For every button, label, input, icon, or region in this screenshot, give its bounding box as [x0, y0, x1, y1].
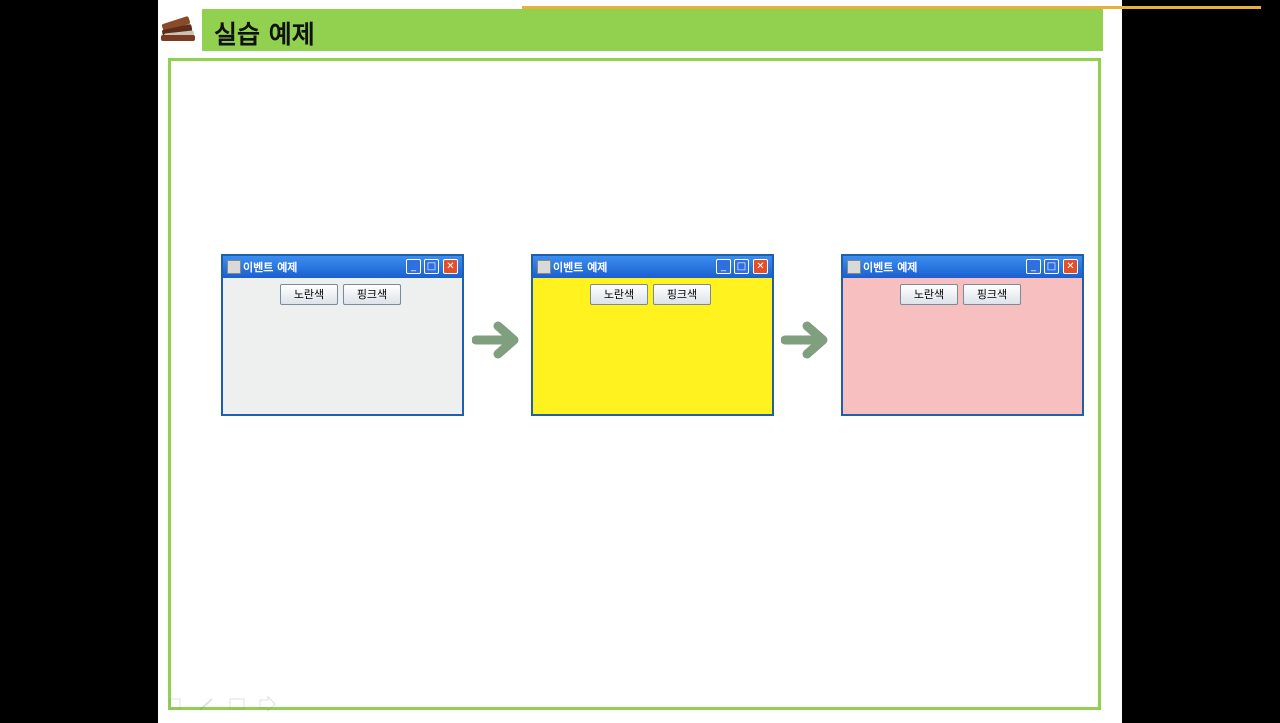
close-icon[interactable]: ✕	[443, 259, 458, 274]
yellow-button[interactable]: 노란색	[590, 284, 648, 305]
window-titlebar: 이벤트 예제 _ □ ✕	[533, 256, 772, 278]
java-window-pink: 이벤트 예제 _ □ ✕ 노란색 핑크색	[841, 254, 1084, 416]
close-icon[interactable]: ✕	[753, 259, 768, 274]
window-content: 노란색 핑크색	[223, 278, 462, 414]
maximize-icon[interactable]: □	[734, 259, 749, 274]
close-icon[interactable]: ✕	[1063, 259, 1078, 274]
slide-nav-icons[interactable]	[168, 696, 278, 712]
arrow-right-icon	[781, 321, 828, 359]
window-titlebar: 이벤트 예제 _ □ ✕	[223, 256, 462, 278]
window-content: 노란색 핑크색	[533, 278, 772, 414]
minimize-icon[interactable]: _	[716, 259, 731, 274]
window-titlebar: 이벤트 예제 _ □ ✕	[843, 256, 1082, 278]
yellow-button[interactable]: 노란색	[900, 284, 958, 305]
window-title: 이벤트 예제	[553, 261, 608, 274]
window-content: 노란색 핑크색	[843, 278, 1082, 414]
java-app-icon	[537, 260, 551, 274]
books-icon	[161, 16, 195, 41]
minimize-icon[interactable]: _	[406, 259, 421, 274]
arrow-right-icon	[472, 321, 519, 359]
pink-button[interactable]: 핑크색	[653, 284, 711, 305]
java-app-icon	[847, 260, 861, 274]
yellow-button[interactable]: 노란색	[280, 284, 338, 305]
java-window-yellow: 이벤트 예제 _ □ ✕ 노란색 핑크색	[531, 254, 774, 416]
pink-button[interactable]: 핑크색	[343, 284, 401, 305]
minimize-icon[interactable]: _	[1026, 259, 1041, 274]
maximize-icon[interactable]: □	[1044, 259, 1059, 274]
title-bar: 실습 예제	[202, 9, 1103, 51]
java-app-icon	[227, 260, 241, 274]
page-title: 실습 예제	[214, 20, 315, 49]
maximize-icon[interactable]: □	[424, 259, 439, 274]
pink-button[interactable]: 핑크색	[963, 284, 1021, 305]
slide: 실습 예제 이벤트 예제 _ □ ✕ 노란색 핑크색 이벤트 예제 _ □ ✕ …	[158, 0, 1261, 723]
java-window-default: 이벤트 예제 _ □ ✕ 노란색 핑크색	[221, 254, 464, 416]
window-title: 이벤트 예제	[243, 261, 298, 274]
window-title: 이벤트 예제	[863, 261, 918, 274]
